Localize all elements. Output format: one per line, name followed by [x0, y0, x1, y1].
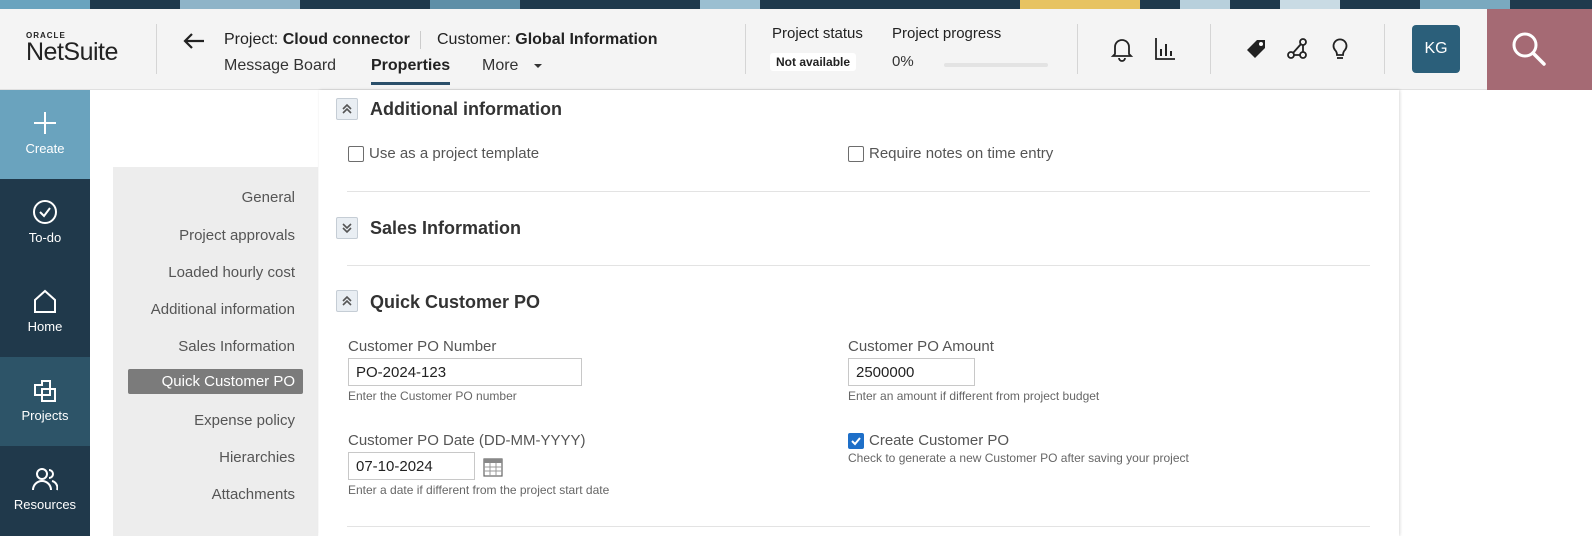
nav-create-label: Create	[25, 141, 65, 156]
tab-more-label: More	[482, 57, 519, 74]
search-button[interactable]	[1487, 9, 1592, 90]
nav-todo[interactable]: To-do	[0, 179, 90, 268]
back-arrow-icon[interactable]	[182, 31, 206, 52]
home-icon	[34, 289, 56, 313]
section-title-quick-customer-po: Quick Customer PO	[370, 292, 541, 312]
po-amount-input[interactable]	[848, 358, 975, 386]
people-icon	[32, 468, 58, 491]
project-progress-value: 0%	[892, 53, 914, 70]
logo-netsuite-text: NetSuite	[26, 38, 118, 66]
create-po-help: Check to generate a new Customer PO afte…	[848, 451, 1189, 465]
chevron-double-up-icon	[342, 295, 352, 306]
plus-icon	[34, 112, 56, 134]
customer-title: Customer: Global Information	[437, 31, 657, 49]
section-nav: General Project approvals Loaded hourly …	[113, 167, 318, 536]
chevron-double-down-icon	[342, 223, 352, 234]
project-progress-label: Project progress	[892, 25, 1002, 42]
nav-home[interactable]: Home	[0, 268, 90, 357]
nav-projects-label: Projects	[21, 408, 69, 423]
check-circle-icon	[33, 200, 57, 224]
main-panel: Additional information Use as a project …	[319, 90, 1399, 536]
top-decorative-band	[0, 0, 1592, 9]
nav-create[interactable]: Create	[0, 90, 90, 179]
section-divider	[347, 265, 1370, 266]
nav-resources[interactable]: Resources	[0, 446, 90, 535]
report-chart-icon[interactable]	[1153, 36, 1179, 62]
nav-todo-label: To-do	[28, 230, 62, 245]
require-notes-checkbox[interactable]	[848, 146, 864, 162]
sectnav-additional-information[interactable]: Additional information	[151, 301, 295, 318]
sectnav-hierarchies[interactable]: Hierarchies	[219, 449, 295, 466]
sectnav-loaded-hourly-cost[interactable]: Loaded hourly cost	[168, 264, 295, 281]
project-status-badge: Not available	[770, 53, 857, 71]
header-bar: ORACLE NetSuite Project: Cloud connector…	[0, 9, 1592, 90]
project-progress-bar	[944, 63, 1048, 67]
project-prefix: Project:	[224, 31, 283, 48]
sectnav-expense-policy[interactable]: Expense policy	[194, 412, 295, 429]
projects-icon	[34, 380, 56, 402]
project-name: Cloud connector	[282, 31, 410, 48]
collapse-section-button[interactable]	[336, 290, 358, 312]
po-number-help: Enter the Customer PO number	[348, 389, 517, 403]
header-divider	[1384, 24, 1385, 74]
left-nav: Create To-do Home Projects Resources	[0, 90, 90, 536]
nav-projects[interactable]: Projects	[0, 357, 90, 446]
create-po-checkbox[interactable]	[848, 433, 864, 449]
use-template-checkbox[interactable]	[348, 146, 364, 162]
tag-icon[interactable]	[1243, 36, 1269, 62]
connectors-icon[interactable]	[1285, 36, 1311, 62]
section-title-sales-information: Sales Information	[370, 218, 522, 238]
po-number-label: Customer PO Number	[348, 338, 497, 355]
po-number-input[interactable]	[348, 358, 582, 386]
customer-prefix: Customer:	[437, 31, 516, 48]
require-notes-label: Require notes on time entry	[869, 145, 1054, 162]
po-date-help: Enter a date if different from the proje…	[348, 483, 610, 497]
netsuite-logo[interactable]: ORACLE NetSuite	[26, 31, 118, 67]
po-date-label: Customer PO Date (DD-MM-YYYY)	[348, 432, 586, 449]
checkmark-icon	[851, 437, 861, 446]
header-divider	[1077, 24, 1078, 74]
bell-icon[interactable]	[1110, 36, 1136, 62]
sectnav-attachments[interactable]: Attachments	[212, 486, 295, 503]
section-divider	[347, 526, 1370, 527]
tab-more[interactable]: More	[482, 57, 543, 75]
section-title-additional-information: Additional information	[370, 99, 562, 119]
expand-section-button[interactable]	[336, 217, 358, 239]
customer-name[interactable]: Global Information	[515, 31, 657, 48]
tab-properties[interactable]: Properties	[371, 57, 451, 85]
chevron-double-up-icon	[342, 103, 352, 114]
title-divider	[420, 31, 421, 49]
lightbulb-icon[interactable]	[1328, 36, 1354, 62]
calendar-icon[interactable]	[483, 457, 503, 477]
tab-message-board[interactable]: Message Board	[224, 57, 336, 75]
collapse-section-button[interactable]	[336, 98, 358, 120]
sectnav-general[interactable]: General	[242, 189, 295, 206]
project-title: Project: Cloud connector	[224, 31, 410, 49]
header-divider	[745, 24, 746, 74]
project-status-label: Project status	[772, 25, 863, 42]
po-amount-help: Enter an amount if different from projec…	[848, 389, 1100, 403]
avatar[interactable]: KG	[1412, 25, 1460, 73]
search-icon	[1512, 32, 1546, 66]
po-date-input[interactable]	[348, 452, 475, 480]
chevron-down-icon	[533, 63, 542, 68]
nav-resources-label: Resources	[13, 497, 77, 512]
sectnav-sales-information[interactable]: Sales Information	[178, 338, 295, 355]
section-divider	[347, 191, 1370, 192]
sectnav-project-approvals[interactable]: Project approvals	[179, 227, 295, 244]
create-po-label: Create Customer PO	[869, 432, 1010, 449]
po-amount-label: Customer PO Amount	[848, 338, 994, 355]
header-divider	[156, 24, 157, 74]
sectnav-quick-customer-po[interactable]: Quick Customer PO	[128, 369, 303, 394]
nav-home-label: Home	[27, 319, 63, 334]
use-template-label: Use as a project template	[369, 145, 540, 162]
header-divider	[1210, 24, 1211, 74]
